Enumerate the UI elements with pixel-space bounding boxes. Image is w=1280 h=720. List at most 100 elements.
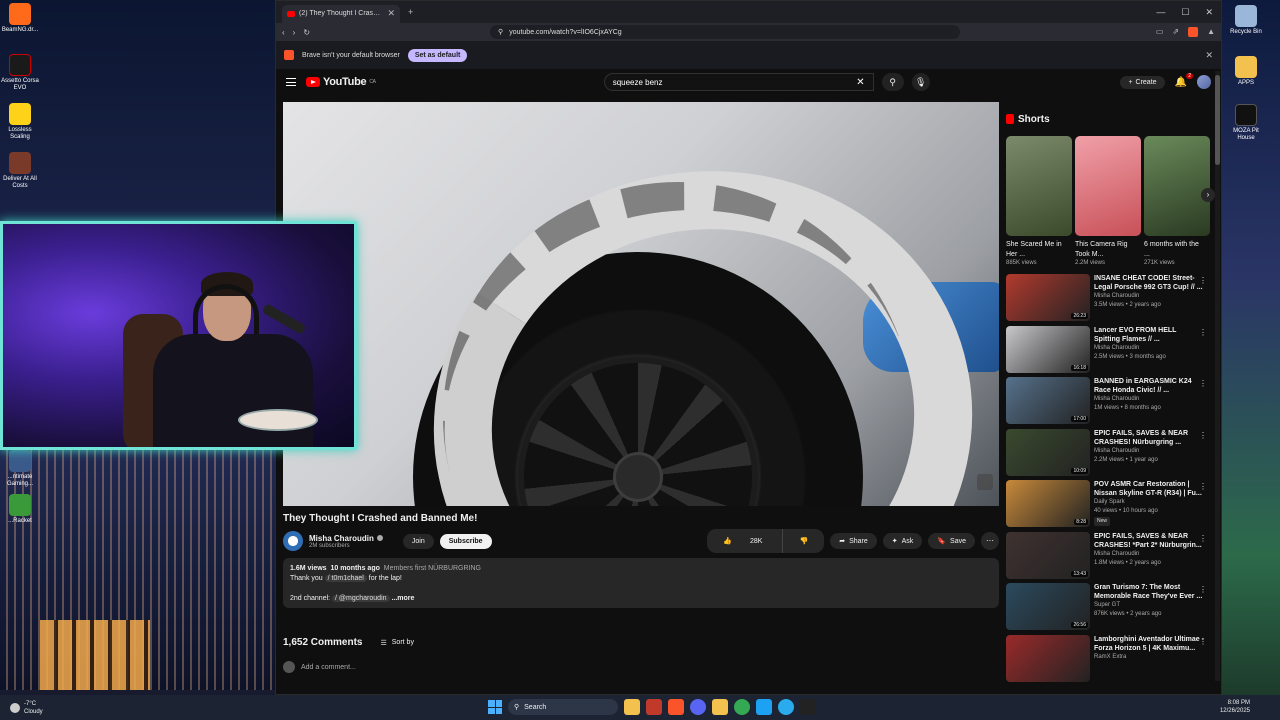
video-thumbnail: 13:43 [1006, 531, 1090, 579]
reload-icon[interactable]: ↻ [303, 28, 310, 37]
desktop-icon-assetto[interactable]: Assetto Corsa EVO [0, 54, 40, 92]
short-thumbnail [1006, 136, 1072, 236]
browser-window: (2) They Thought I Crashed a... ✕ + — ☐ … [275, 0, 1222, 695]
more-options-icon[interactable]: ⋮ [1199, 482, 1207, 491]
show-more-link[interactable]: ...more [391, 595, 414, 602]
recommended-video[interactable]: Lamborghini Aventador Ultimae - Forza Ho… [1006, 634, 1211, 687]
youtube-logo[interactable]: YouTube CA [306, 76, 376, 88]
recommended-video[interactable]: 17:00 BANNED in EARGASMIC K24 Race Honda… [1006, 377, 1211, 429]
telegram-icon[interactable] [778, 699, 794, 715]
share-button[interactable]: ➦ Share [830, 533, 877, 549]
app-icon[interactable] [646, 699, 662, 715]
desktop-icon-apps[interactable]: APPS [1226, 56, 1266, 87]
mention-link[interactable]: / t0m1chael [324, 575, 367, 582]
discord-icon[interactable] [690, 699, 706, 715]
new-tab-icon[interactable]: + [408, 7, 413, 17]
desktop-icon-beamng[interactable]: BeamNG.dr... [0, 3, 40, 34]
windows-start-icon[interactable] [488, 700, 502, 714]
more-options-icon[interactable]: ⋮ [1199, 328, 1207, 337]
description-box[interactable]: 1.6M views 10 months ago Members first N… [283, 558, 999, 608]
channel-name[interactable]: Misha Charoudin [309, 534, 374, 543]
chrome-icon[interactable] [734, 699, 750, 715]
desktop-icon-lossless[interactable]: Lossless Scaling [0, 103, 40, 141]
clear-search-icon[interactable]: ✕ [856, 77, 864, 88]
short-item[interactable]: This Camera Rig Took M... 2.2M views [1075, 136, 1141, 266]
shorts-next-icon[interactable]: › [1201, 188, 1215, 202]
channel-avatar[interactable] [283, 531, 303, 551]
desktop-icon-moza[interactable]: MOZA Pit House [1226, 104, 1266, 142]
clock[interactable]: 8:08 PM 12/26/2025 [1220, 699, 1250, 715]
minimize-icon[interactable]: — [1156, 7, 1165, 18]
desktop-icon-gaming[interactable]: ...ntimate Gaming... [0, 450, 40, 488]
recommended-video[interactable]: 8:28 POV ASMR Car Restoration | Nissan S… [1006, 480, 1211, 532]
mic-icon[interactable]: 🎙 [911, 73, 930, 91]
more-actions-icon[interactable]: ⋯ [981, 532, 999, 550]
search-icon[interactable]: ⚲ [881, 73, 904, 91]
notice-close-icon[interactable]: ✕ [1205, 50, 1213, 61]
weather-widget[interactable]: -7°C Cloudy [0, 700, 43, 716]
add-comment-row[interactable]: Add a comment... [283, 661, 356, 673]
more-options-icon[interactable]: ⋮ [1199, 431, 1207, 440]
brave-rewards-icon[interactable]: ▲ [1207, 27, 1215, 37]
video-player[interactable] [283, 102, 999, 506]
maximize-icon[interactable]: ☐ [1181, 7, 1189, 18]
avatar[interactable] [1197, 75, 1211, 89]
notice-text: Brave isn't your default browser [302, 51, 400, 59]
site-info-icon[interactable]: ⚲ [498, 28, 503, 36]
page-scrollbar[interactable] [1215, 71, 1220, 681]
recommended-video[interactable]: 26:23 INSANE CHEAT CODE! Street-Legal Po… [1006, 274, 1211, 326]
menu-icon[interactable] [286, 78, 296, 86]
recommended-video[interactable]: 10:09 EPIC FAILS, SAVES & NEAR CRASHES! … [1006, 428, 1211, 481]
comments-header: 1,652 Comments ☰ Sort by [283, 637, 414, 648]
close-window-icon[interactable]: ✕ [1205, 7, 1213, 18]
taskbar-search[interactable]: ⚲ Search [508, 699, 618, 715]
folder-icon[interactable] [712, 699, 728, 715]
back-icon[interactable]: ‹ [282, 28, 285, 37]
subscribe-button[interactable]: Subscribe [439, 533, 492, 549]
join-button[interactable]: Join [402, 533, 434, 549]
save-button[interactable]: 🔖 Save [928, 533, 975, 549]
create-button[interactable]: + Create [1120, 75, 1165, 89]
forward-icon[interactable]: › [293, 28, 296, 37]
video-info: Lamborghini Aventador Ultimae - Forza Ho… [1094, 635, 1204, 687]
desktop-icon-deliver[interactable]: Deliver At All Costs [0, 152, 40, 190]
moza-taskbar-icon[interactable] [800, 699, 816, 715]
tab-close-icon[interactable]: ✕ [387, 8, 395, 19]
short-item[interactable]: She Scared Me in Her ... 885K views [1006, 136, 1072, 266]
webcam-plate [238, 409, 318, 431]
like-button[interactable]: 👍 28K [707, 529, 778, 553]
ask-button[interactable]: ✦ Ask [882, 533, 923, 549]
file-explorer-icon[interactable] [624, 699, 640, 715]
desktop-icon-recycle-bin[interactable]: Recycle Bin [1226, 5, 1266, 36]
brave-shields-icon[interactable] [1188, 27, 1199, 37]
second-channel-link[interactable]: / @mgcharoudin [332, 595, 390, 602]
more-options-icon[interactable]: ⋮ [1199, 534, 1207, 543]
video-meta: 1.6M views 10 months ago Members first N… [290, 565, 481, 572]
sort-by-button[interactable]: ☰ Sort by [380, 639, 413, 647]
short-views: 271K views [1144, 260, 1175, 266]
dislike-button[interactable]: 👎 [782, 529, 824, 553]
app-icon[interactable] [756, 699, 772, 715]
recommended-video[interactable]: 26:56 Gran Turismo 7: The Most Memorable… [1006, 583, 1211, 635]
short-item[interactable]: 6 months with the ... 271K views [1144, 136, 1210, 266]
desktop-icon-racket[interactable]: ...Racket [0, 494, 40, 525]
url-field[interactable]: ⚲ youtube.com/watch?v=lIO6CjxAYCg [490, 25, 961, 39]
brave-browser-icon[interactable] [668, 699, 684, 715]
more-options-icon[interactable]: ⋮ [1199, 585, 1207, 594]
cast-icon[interactable]: ▭ [1156, 27, 1164, 37]
notifications-icon[interactable]: 🔔 2 [1175, 72, 1193, 88]
set-default-button[interactable]: Set as default [407, 48, 468, 62]
more-options-icon[interactable]: ⋮ [1199, 379, 1207, 388]
thumbs-up-icon: 👍 [723, 538, 733, 545]
scrollbar-thumb[interactable] [1215, 75, 1220, 165]
search-input[interactable]: squeeze benz ✕ [603, 73, 874, 91]
channel-watermark-icon[interactable] [977, 474, 993, 490]
more-options-icon[interactable]: ⋮ [1199, 637, 1207, 646]
add-comment-input[interactable]: Add a comment... [301, 664, 356, 671]
share-icon[interactable]: ⇗ [1172, 27, 1179, 37]
tab-youtube[interactable]: (2) They Thought I Crashed a... ✕ [282, 4, 400, 23]
recommended-video[interactable]: 16:18 Lancer EVO FROM HELL Spitting Flam… [1006, 325, 1211, 378]
more-options-icon[interactable]: ⋮ [1199, 276, 1207, 285]
recommended-video[interactable]: 13:43 EPIC FAILS, SAVES & NEAR CRASHES! … [1006, 531, 1211, 584]
folder-icon [1235, 56, 1257, 78]
